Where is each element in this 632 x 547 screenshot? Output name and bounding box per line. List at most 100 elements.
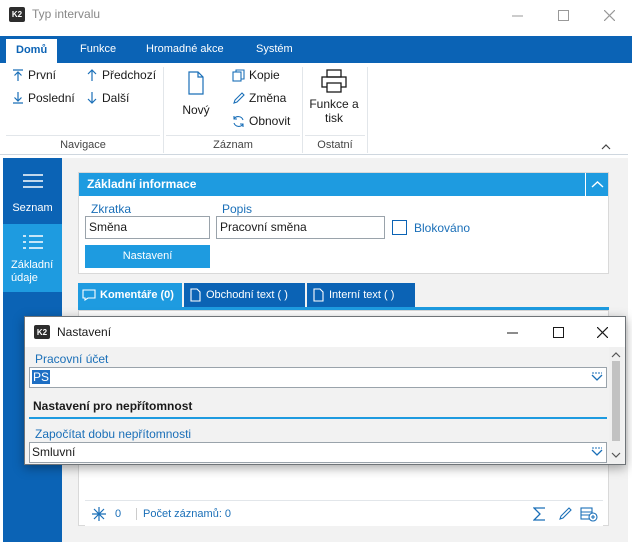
scrollbar-thumb[interactable] (612, 361, 620, 441)
refresh-icon (233, 115, 244, 127)
maximize-icon (557, 9, 569, 21)
add-record-icon[interactable] (580, 505, 598, 522)
dropdown-icon[interactable] (590, 370, 604, 384)
tab-funkce[interactable]: Funkce (70, 36, 126, 63)
blokovano-checkbox[interactable] (392, 220, 407, 235)
section-title: Nastavení pro nepřítomnost (29, 395, 607, 419)
hamburger-icon (23, 174, 43, 188)
group-label-zaznam: Záznam (166, 135, 300, 153)
basic-info-header: Základní informace (79, 173, 608, 196)
change-button[interactable]: Změna (232, 91, 286, 105)
dialog-title-bar: K2 Nastavení (25, 317, 625, 347)
arrow-up-icon (87, 69, 97, 81)
new-label: Nový (182, 103, 210, 117)
scroll-up-icon[interactable] (609, 349, 623, 361)
blokovano-label: Blokováno (414, 221, 471, 235)
popis-label: Popis (222, 202, 253, 216)
next-button[interactable]: Další (86, 91, 129, 105)
new-document-icon (188, 71, 204, 95)
zapocitat-combo[interactable]: Smluvní (29, 442, 607, 463)
popis-input[interactable]: Pracovní směna (216, 216, 385, 239)
window-title: Typ intervalu (32, 7, 101, 21)
sidebar-item-zakladni-udaje[interactable]: Základní údaje (3, 224, 62, 292)
collapse-ribbon-icon[interactable] (601, 144, 611, 150)
sum-icon[interactable] (533, 507, 547, 521)
refresh-label: Obnovit (249, 114, 291, 128)
sidebar-item-seznam[interactable]: Seznam (3, 158, 62, 224)
first-label: První (28, 68, 57, 82)
zapocitat-label: Započítat dobu nepřítomnosti (35, 427, 192, 441)
arrow-down-bar-icon (13, 92, 23, 104)
tab-domu[interactable]: Domů (6, 39, 58, 63)
maximize-icon (552, 326, 564, 338)
zkratka-label: Zkratka (91, 202, 132, 216)
zapocitat-value: Smluvní (32, 445, 76, 459)
basic-info-title: Základní informace (87, 177, 197, 191)
functions-print-button[interactable]: Funkce a tisk (306, 69, 362, 125)
dialog-title: Nastavení (57, 325, 112, 339)
refresh-button[interactable]: Obnovit (232, 114, 290, 128)
close-icon (596, 326, 608, 338)
last-button[interactable]: Poslední (12, 91, 75, 105)
tab-obchodni-text-label: Obchodní text ( ) (206, 289, 288, 301)
minimize-icon (506, 332, 518, 333)
copy-button[interactable]: Kopie (232, 68, 280, 82)
edit-icon[interactable] (558, 506, 573, 521)
last-label: Poslední (28, 91, 75, 105)
dialog-scrollbar[interactable] (609, 347, 623, 464)
document-icon (313, 288, 324, 302)
tab-komentare-label: Komentáře (0) (100, 289, 174, 301)
zkratka-input[interactable]: Směna (85, 216, 210, 239)
status-bar: 0 Počet záznamů: 0 (85, 500, 603, 526)
collapse-section-icon[interactable] (585, 173, 608, 196)
tab-system[interactable]: Systém (246, 36, 303, 63)
scroll-down-icon[interactable] (609, 449, 623, 461)
group-separator (367, 67, 368, 153)
print-label-line2: tisk (325, 111, 343, 125)
dropdown-icon[interactable] (590, 445, 604, 459)
ribbon-tabs: Domů Funkce Hromadné akce Systém (0, 36, 632, 63)
maximize-button[interactable] (540, 0, 586, 30)
arrow-up-bar-icon (13, 69, 23, 81)
minimize-button[interactable] (494, 0, 540, 30)
document-icon (190, 288, 201, 302)
group-separator (163, 67, 164, 153)
print-label-line1: Funkce a (309, 97, 359, 111)
list-icon (23, 235, 43, 249)
dialog-maximize-button[interactable] (535, 317, 581, 347)
group-label-navigace: Navigace (6, 135, 160, 153)
copy-icon (232, 68, 245, 82)
dialog-minimize-button[interactable] (489, 317, 535, 347)
copy-label: Kopie (249, 68, 280, 82)
printer-icon (321, 69, 347, 93)
minimize-icon (511, 15, 523, 16)
tab-komentare[interactable]: Komentáře (0) (78, 283, 182, 307)
nastaveni-button[interactable]: Nastavení (85, 245, 210, 268)
record-count: Počet záznamů: 0 (136, 508, 231, 520)
first-button[interactable]: První (12, 68, 56, 82)
tab-interni-text-label: Interní text ( ) (329, 289, 395, 301)
pracovni-ucet-label: Pracovní účet (35, 352, 109, 366)
tab-interni-text[interactable]: Interní text ( ) (307, 283, 415, 307)
new-button[interactable]: Nový (176, 71, 216, 117)
comment-icon (82, 289, 96, 301)
ribbon-body: První Poslední Předchozí Další Navigace … (0, 63, 628, 155)
frozen-count: 0 (115, 508, 122, 520)
close-icon (603, 9, 615, 21)
close-button[interactable] (586, 0, 632, 30)
k2-logo: K2 (34, 325, 50, 339)
sidebar-item-label: Seznam (12, 202, 53, 214)
group-label-ostatni: Ostatní (305, 135, 365, 153)
tab-hromadne-akce[interactable]: Hromadné akce (136, 36, 234, 63)
title-bar: K2 Typ intervalu (0, 0, 632, 30)
sidebar-item-label-line1: Základní (11, 259, 54, 271)
pracovni-ucet-combo[interactable]: PS (29, 367, 607, 388)
dialog-close-button[interactable] (579, 317, 625, 347)
nastaveni-dialog: K2 Nastavení Pracovní účet PS Nastavení … (24, 316, 626, 465)
previous-button[interactable]: Předchozí (86, 68, 156, 82)
arrow-down-icon (87, 92, 97, 104)
k2-logo: K2 (9, 7, 25, 22)
group-separator (302, 67, 303, 153)
tab-obchodni-text[interactable]: Obchodní text ( ) (184, 283, 305, 307)
snowflake-icon[interactable] (92, 507, 106, 521)
